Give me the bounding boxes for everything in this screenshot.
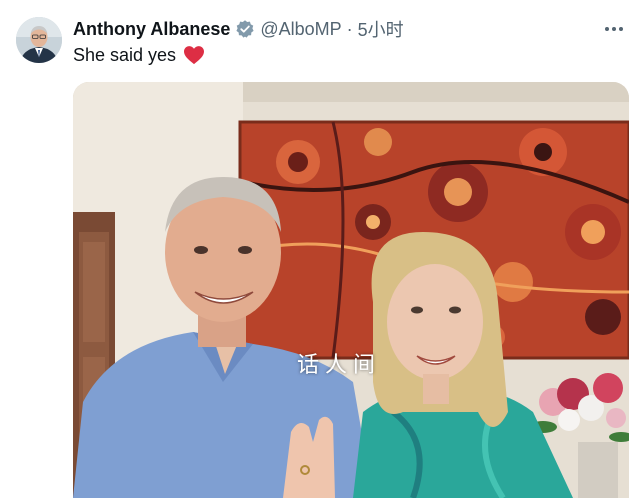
more-options-button[interactable]	[602, 18, 626, 40]
author-display-name[interactable]: Anthony Albanese	[73, 19, 230, 40]
media-watermark: 话人间	[297, 353, 382, 378]
more-horizontal-icon	[605, 27, 609, 31]
more-horizontal-icon-dot	[612, 27, 616, 31]
header-separator: ·	[346, 18, 353, 39]
verified-badge-icon	[235, 19, 255, 39]
tweet-body: She said yes	[73, 43, 205, 67]
tweet-card: Anthony Albanese @AlboMP · 5小时 She said …	[0, 0, 640, 498]
more-horizontal-icon-dot	[619, 27, 623, 31]
tweet-text: She said yes	[73, 44, 177, 65]
author-avatar[interactable]	[16, 17, 62, 63]
red-heart-icon	[183, 45, 205, 65]
tweet-timestamp[interactable]: 5小时	[358, 16, 404, 42]
tweet-photo[interactable]: 话人间	[73, 82, 629, 498]
author-handle[interactable]: @AlboMP	[260, 19, 341, 40]
tweet-header: Anthony Albanese @AlboMP · 5小时	[73, 17, 404, 41]
